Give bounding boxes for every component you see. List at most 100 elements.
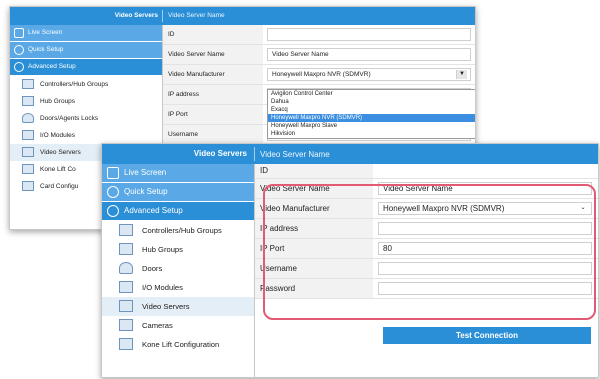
dropdown-option[interactable]: Dahua (268, 98, 475, 106)
form-row-name: Video Server Name Video Server Name (255, 179, 598, 199)
lift-icon (119, 338, 133, 350)
sidebar-item-doors[interactable]: Doors/Agents Locks (10, 110, 162, 127)
gear-icon (107, 186, 119, 198)
dropdown-option[interactable]: Avigilon Control Center (268, 90, 475, 98)
nav-section-label: Quick Setup (124, 187, 168, 196)
sidebar-item-kone-lift[interactable]: Kone Lift Configuration (102, 335, 254, 354)
video-server-name-title: Video Server Name (260, 150, 330, 159)
nav-section-advanced-setup[interactable]: Advanced Setup (102, 202, 254, 221)
sidebar-item-label: Video Servers (142, 302, 190, 311)
sidebar-item-label: Card Configu (40, 183, 79, 190)
section-title: Video Servers (114, 12, 158, 19)
chevron-down-icon[interactable]: ▼ (456, 70, 467, 79)
port-label: IP Port (255, 239, 373, 258)
nav-section-label: Quick Setup (28, 46, 64, 53)
dropdown-option[interactable]: Exacq (268, 106, 475, 114)
manufacturer-label: Video Manufacturer (163, 65, 263, 84)
username-label: Username (163, 125, 263, 144)
door-icon (22, 113, 34, 123)
nav-section-quick-setup[interactable]: Quick Setup (102, 183, 254, 202)
sidebar-item-label: Controllers/Hub Groups (40, 81, 109, 88)
manufacturer-value: Honeywell Maxpro NVR (SDMVR) (383, 204, 505, 213)
sidebar-item-io-modules[interactable]: I/O Modules (102, 278, 254, 297)
sidebar-item-label: Hub Groups (40, 98, 76, 105)
nav-section-live-screen[interactable]: Live Screen (10, 25, 162, 42)
ip-label: IP address (163, 85, 263, 104)
network-icon (107, 205, 119, 217)
header-divider (162, 10, 163, 22)
foreground-screen: Video Servers Video Server Name Live Scr… (101, 143, 599, 378)
dropdown-option[interactable]: Hikvision (268, 130, 475, 138)
chevron-down-icon[interactable]: ⌄ (578, 204, 588, 213)
door-icon (119, 262, 133, 274)
nav-section-label: Live Screen (28, 29, 63, 36)
header-bar: Video Servers Video Server Name (10, 7, 475, 25)
dropdown-option-selected[interactable]: Honeywell Maxpro NVR (SDMVR) (268, 114, 475, 122)
manufacturer-label: Video Manufacturer (255, 199, 373, 218)
sidebar-item-label: Doors (142, 264, 163, 273)
name-field[interactable]: Video Server Name (378, 182, 592, 195)
sidebar-item-controllers[interactable]: Controllers/Hub Groups (10, 76, 162, 93)
sidebar-item-video-servers[interactable]: Video Servers (102, 297, 254, 316)
test-connection-button[interactable]: Test Connection (383, 327, 591, 344)
nav-section-label: Live Screen (124, 168, 167, 177)
hub-icon (22, 96, 34, 106)
form-row-id: ID (163, 25, 475, 45)
sidebar-item-label: Controllers/Hub Groups (142, 226, 222, 235)
name-label: Video Server Name (255, 179, 373, 198)
sidebar-item-label: I/O Modules (142, 283, 183, 292)
id-label: ID (255, 164, 373, 178)
sidebar-item-label: Video Servers (40, 149, 81, 156)
form-row-password: Password (255, 279, 598, 299)
gear-icon (14, 45, 24, 55)
camera-icon (119, 319, 133, 331)
id-field[interactable] (267, 28, 471, 41)
ip-field[interactable] (378, 222, 592, 235)
manufacturer-select[interactable]: Honeywell Maxpro NVR (SDMVR) ⌄ (378, 202, 592, 215)
form-row-manufacturer: Video Manufacturer Honeywell Maxpro NVR (… (255, 199, 598, 219)
network-icon (14, 62, 24, 72)
lift-icon (22, 164, 34, 174)
name-field[interactable]: Video Server Name (267, 48, 471, 61)
nav-section-advanced-setup[interactable]: Advanced Setup (10, 59, 162, 76)
screen-icon (14, 28, 24, 38)
sidebar-item-cameras[interactable]: Cameras (102, 316, 254, 335)
name-label: Video Server Name (163, 45, 263, 64)
form-row-ip: IP address (255, 219, 598, 239)
form-row-name: Video Server Name Video Server Name (163, 45, 475, 65)
sidebar-item-hub-groups[interactable]: Hub Groups (102, 240, 254, 259)
controller-icon (22, 79, 34, 89)
password-field[interactable] (378, 282, 592, 295)
form-row-manufacturer: Video Manufacturer Honeywell Maxpro NVR (… (163, 65, 475, 85)
sidebar-item-label: Kone Lift Configuration (142, 340, 220, 349)
port-field[interactable]: 80 (378, 242, 592, 255)
sidebar-item-label: Kone Lift Co (40, 166, 76, 173)
ip-label: IP address (255, 219, 373, 238)
hub-icon (119, 243, 133, 255)
form-row-id: ID (255, 164, 598, 179)
sidebar-item-doors[interactable]: Doors (102, 259, 254, 278)
io-icon (119, 281, 133, 293)
header-bar: Video Servers Video Server Name (102, 144, 598, 164)
sidebar-item-label: I/O Modules (40, 132, 76, 139)
video-server-icon (22, 147, 34, 157)
port-label: IP Port (163, 105, 263, 124)
io-icon (22, 130, 34, 140)
form-row-username: Username (255, 259, 598, 279)
form-row-port: IP Port 80 (255, 239, 598, 259)
nav-section-label: Advanced Setup (124, 206, 183, 215)
nav-section-live-screen[interactable]: Live Screen (102, 164, 254, 183)
manufacturer-dropdown-list: Avigilon Control Center Dahua Exacq Hone… (267, 89, 475, 139)
dropdown-option[interactable]: Honeywell Maxpro Slave (268, 122, 475, 130)
id-label: ID (163, 25, 263, 44)
manufacturer-select[interactable]: Honeywell Maxpro NVR (SDMVR) ▼ (267, 68, 471, 81)
username-label: Username (255, 259, 373, 278)
header-divider (254, 147, 255, 161)
username-field[interactable] (378, 262, 592, 275)
sidebar-item-hub-groups[interactable]: Hub Groups (10, 93, 162, 110)
card-icon (22, 181, 34, 191)
video-server-name-title: Video Server Name (168, 12, 225, 19)
sidebar-item-controllers[interactable]: Controllers/Hub Groups (102, 221, 254, 240)
sidebar-item-io-modules[interactable]: I/O Modules (10, 127, 162, 144)
nav-section-quick-setup[interactable]: Quick Setup (10, 42, 162, 59)
